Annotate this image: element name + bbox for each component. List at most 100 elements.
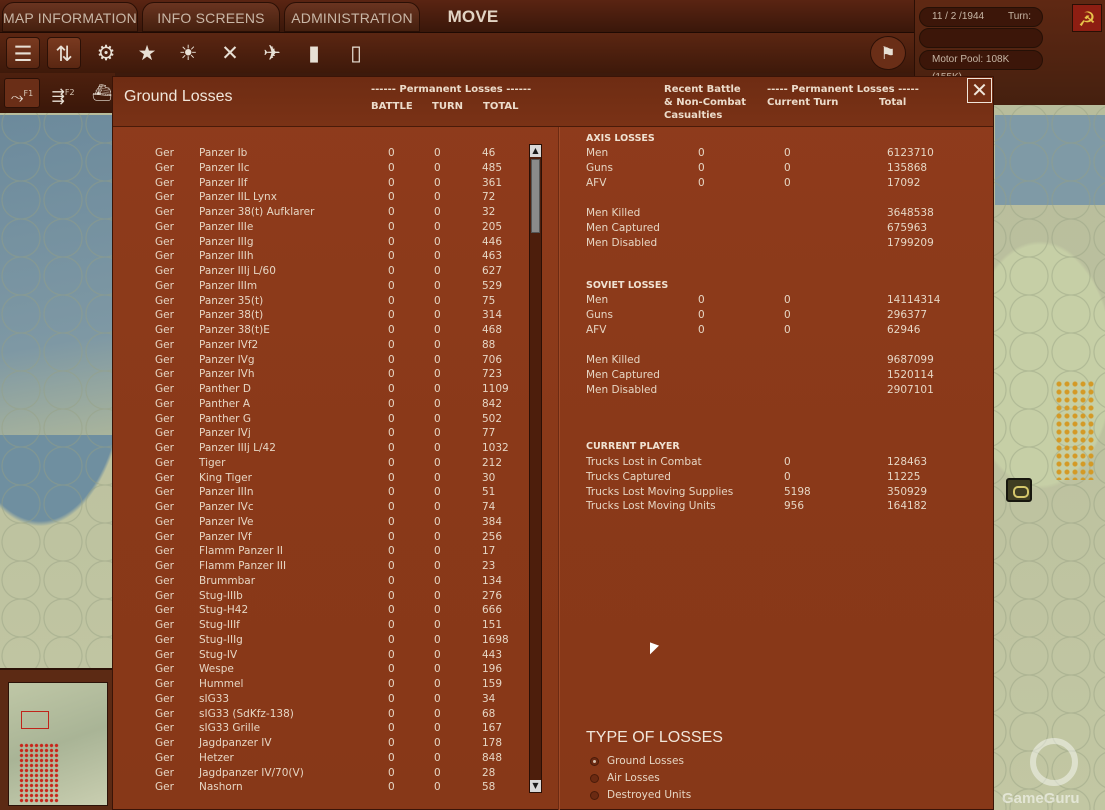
scroll-thumb[interactable] [531,159,540,233]
turn-cell: 0 [434,161,441,174]
table-row[interactable]: Ger sIG33 Grille 0 0 167 [113,722,533,737]
table-row[interactable]: Ger Panzer IIIh 0 0 463 [113,250,533,265]
table-row[interactable]: Ger Panzer IVe 0 0 384 [113,516,533,531]
table-row[interactable]: Ger Panzer IIIm 0 0 529 [113,280,533,295]
turn-cell: 0 [434,397,441,410]
gear-icon[interactable]: ⚙ [89,37,123,69]
table-row[interactable]: Ger Hetzer 0 0 848 [113,752,533,767]
equipment-name: Hummel [199,678,244,690]
table-row[interactable]: Ger Panzer IVj 0 0 77 [113,427,533,442]
current-turn-value: 0 [784,456,791,468]
minimap-view[interactable] [8,682,108,806]
equipment-name: Stug-IIIb [199,589,243,602]
total-cell: 848 [482,751,503,764]
air-icon[interactable]: ✈ [255,37,289,69]
scroll-down-icon[interactable]: ▼ [530,780,541,792]
nation-cell: Ger [155,397,174,410]
radio-dot[interactable] [590,774,599,783]
clipboard-icon[interactable]: ▯ [339,37,373,69]
table-row[interactable]: Ger Panzer Ib 0 0 46 [113,147,533,162]
table-row[interactable]: Ger King Tiger 0 0 30 [113,472,533,487]
table-row[interactable]: Ger Panzer IIIj L/60 0 0 627 [113,265,533,280]
total-cell: 361 [482,176,503,189]
dialog-title: Ground Losses [124,88,233,105]
table-row[interactable]: Ger Flamm Panzer III 0 0 23 [113,560,533,575]
table-row[interactable]: Ger Panzer 38(t) Aufklarer 0 0 32 [113,206,533,221]
table-row[interactable]: Ger Panzer 38(t) 0 0 314 [113,309,533,324]
table-row[interactable]: Ger Panther D 0 0 1109 [113,383,533,398]
equipment-name: Panzer IIIm [199,279,258,292]
tab-info-screens[interactable]: INFO SCREENS [142,2,280,32]
table-row[interactable]: Ger Nashorn 0 0 58 [113,781,533,796]
battle-cell: 0 [388,574,395,587]
list-scrollbar[interactable]: ▲ ▼ [529,144,542,793]
units-icon[interactable]: ⇅ [47,37,81,69]
tab-map-information[interactable]: MAP INFORMATION [2,2,138,32]
soviet-detail-row: Men Disabled 2907101 [586,384,966,399]
table-row[interactable]: Ger Jagdpanzer IV 0 0 178 [113,737,533,752]
total-value: 3648538 [887,207,934,219]
table-row[interactable]: Ger Panzer IVc 0 0 74 [113,501,533,516]
flag-icon[interactable]: ⚑ [870,36,906,70]
table-row[interactable]: Ger Panzer IIL Lynx 0 0 72 [113,191,533,206]
table-row[interactable]: Ger Panzer 38(t)E 0 0 468 [113,324,533,339]
table-row[interactable]: Ger Panzer IVf2 0 0 88 [113,339,533,354]
table-row[interactable]: Ger Stug-IIIg 0 0 1698 [113,634,533,649]
table-row[interactable]: Ger Panzer IIf 0 0 361 [113,177,533,192]
scroll-up-icon[interactable]: ▲ [530,145,541,157]
minimap[interactable] [0,668,112,810]
star-icon[interactable]: ★ [130,37,164,69]
table-row[interactable]: Ger Wespe 0 0 196 [113,663,533,678]
table-row[interactable]: Ger Panther A 0 0 842 [113,398,533,413]
turn-cell: 0 [434,309,441,322]
radio-dot[interactable] [590,757,599,766]
tab-move[interactable]: MOVE [430,2,516,32]
table-row[interactable]: Ger Brummbar 0 0 134 [113,575,533,590]
table-row[interactable]: Ger Hummel 0 0 159 [113,678,533,693]
table-row[interactable]: Ger sIG33 0 0 34 [113,693,533,708]
table-row[interactable]: Ger Panzer IVg 0 0 706 [113,354,533,369]
radio-dot[interactable] [590,791,599,800]
turn-cell: 0 [434,250,441,263]
nation-cell: Ger [155,648,174,661]
table-row[interactable]: Ger Stug-IIIb 0 0 276 [113,590,533,605]
table-row[interactable]: Ger Stug-IV 0 0 443 [113,649,533,664]
nation-cell: Ger [155,589,174,602]
turn-cell: 0 [434,737,441,749]
battle-cell: 0 [388,486,395,499]
table-row[interactable]: Ger Tiger 0 0 212 [113,457,533,472]
weather-icon[interactable]: ☀ [171,37,205,69]
report-icon[interactable]: ▮ [297,37,331,69]
table-row[interactable]: Ger Stug-IIIf 0 0 151 [113,619,533,634]
rail-icon[interactable]: ⇶F2 [45,78,81,108]
close-button[interactable]: ✕ [967,78,992,103]
tab-administration[interactable]: ADMINISTRATION [284,2,420,32]
table-row[interactable]: Ger sIG33 (SdKfz-138) 0 0 68 [113,708,533,723]
nation-cell: Ger [155,176,174,189]
total-value: 17092 [887,176,921,189]
table-row[interactable]: Ger Panzer 35(t) 0 0 75 [113,295,533,310]
table-row[interactable]: Ger Panzer IIIj L/42 0 0 1032 [113,442,533,457]
turn-cell: 0 [434,324,441,336]
table-row[interactable]: Ger Panzer IVf 0 0 256 [113,531,533,546]
battle-cell: 0 [388,501,395,513]
table-row[interactable]: Ger Panzer IIIe 0 0 205 [113,221,533,236]
table-row[interactable]: Ger Panzer IIIg 0 0 446 [113,236,533,251]
table-row[interactable]: Ger Panzer IIc 0 0 485 [113,162,533,177]
combat-icon[interactable]: ✕ [213,37,247,69]
table-row[interactable]: Ger Stug-H42 0 0 666 [113,604,533,619]
layers-icon[interactable]: ☰ [6,37,40,69]
minimap-viewport-frame[interactable] [21,711,49,729]
table-row[interactable]: Ger Jagdpanzer IV/70(V) 0 0 28 [113,767,533,782]
road-icon[interactable]: ⤳F1 [4,78,40,108]
battle-cell: 0 [388,397,395,410]
turn-cell: 0 [434,265,441,277]
nation-cell: Ger [155,324,174,336]
table-row[interactable]: Ger Panther G 0 0 502 [113,413,533,428]
current-player-row: Trucks Captured 0 11225 [586,471,966,486]
table-row[interactable]: Ger Flamm Panzer II 0 0 17 [113,545,533,560]
table-row[interactable]: Ger Panzer IIIn 0 0 51 [113,486,533,501]
map-unit-counter[interactable] [1006,478,1032,502]
axis-row: Guns 0 0 135868 [586,162,966,177]
table-row[interactable]: Ger Panzer IVh 0 0 723 [113,368,533,383]
